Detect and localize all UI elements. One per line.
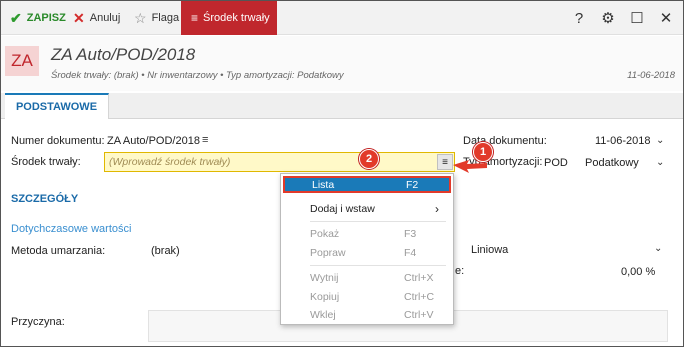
doc-number-label: Numer dokumentu: (11, 135, 105, 147)
cancel-label: Anuluj (89, 12, 121, 24)
section-details-heading: SZCZEGÓŁY (11, 193, 79, 205)
fixed-asset-menu-label: Środek trwały (203, 12, 270, 24)
window: ✔ ZAPISZ ✕ Anuluj ☆ Flaga ≡ Środek trwał… (0, 0, 684, 347)
save-label: ZAPISZ (26, 12, 66, 24)
chevron-right-icon: › (435, 201, 439, 216)
fixed-asset-placeholder: (Wprowadź środek trwały) (109, 156, 231, 168)
menu-item-shortcut: F4 (404, 246, 417, 259)
menu-separator (310, 221, 446, 222)
menu-item-add-insert[interactable]: Dodaj i wstaw › (281, 200, 453, 217)
menu-item-label: Wklej (310, 308, 336, 321)
cancel-button[interactable]: ✕ Anuluj (73, 1, 120, 35)
doc-number-menu-icon[interactable]: ≡ (202, 134, 208, 146)
doc-number-value[interactable]: ZA Auto/POD/2018 (107, 135, 200, 147)
menu-item-shortcut: Ctrl+X (404, 271, 434, 284)
menu-item-label: Dodaj i wstaw (310, 202, 375, 215)
star-icon: ☆ (134, 9, 147, 26)
reason-label: Przyczyna: (11, 316, 65, 328)
method-label: Metoda umarzania: (11, 245, 106, 257)
menu-item-list[interactable]: Lista F2 (283, 176, 451, 193)
chevron-down-icon[interactable]: ⌄ (656, 157, 664, 168)
page-title: ZA Auto/POD/2018 (51, 45, 196, 64)
context-menu: Lista F2 Dodaj i wstaw › Pokaż F3 Popraw… (280, 173, 454, 325)
arrow-annotation (453, 160, 487, 173)
menu-item-paste[interactable]: Wklej Ctrl+V (281, 306, 453, 323)
menu-item-label: Popraw (310, 246, 346, 259)
menu-item-shortcut: F2 (406, 178, 419, 191)
document-date: 11-06-2018 (627, 70, 675, 81)
tab-basic[interactable]: PODSTAWOWE (5, 93, 109, 119)
step-marker-2: 2 (359, 149, 379, 169)
menu-item-label: Pokaż (310, 227, 340, 240)
rate-value[interactable]: 0,00 % (621, 266, 655, 278)
help-icon[interactable]: ? (568, 1, 590, 35)
fixed-asset-menu-button[interactable]: ≡ Środek trwały (181, 1, 277, 35)
menu-item-label: Kopiuj (310, 290, 340, 303)
fixed-asset-input[interactable]: (Wprowadź środek trwały) (104, 152, 455, 172)
step-marker-1: 1 (473, 142, 493, 162)
close-x-icon: ✕ (73, 9, 85, 26)
rate-label-fragment: e: (455, 265, 465, 277)
menu-item-shortcut: F3 (404, 227, 417, 240)
menu-item-edit[interactable]: Popraw F4 (281, 244, 453, 261)
fixed-asset-label: Środek trwały: (11, 156, 81, 168)
toolbar: ✔ ZAPISZ ✕ Anuluj ☆ Flaga ≡ Środek trwał… (1, 1, 683, 35)
menu-item-copy[interactable]: Kopiuj Ctrl+C (281, 288, 453, 305)
depr-type-value[interactable]: Podatkowy (585, 157, 639, 169)
doc-date-value: 11-06-2018 (595, 135, 651, 147)
previous-values-link[interactable]: Dotychczasowe wartości (11, 223, 131, 235)
chevron-down-icon[interactable]: ⌄ (656, 135, 664, 146)
menu-item-label: Wytnij (310, 271, 339, 284)
menu-lines-icon: ≡ (442, 156, 448, 168)
document-type-badge: ZA (5, 46, 39, 76)
menu-item-cut[interactable]: Wytnij Ctrl+X (281, 269, 453, 286)
new-method-value[interactable]: Liniowa (471, 244, 508, 256)
save-button[interactable]: ✔ ZAPISZ (10, 1, 66, 35)
menu-lines-icon: ≡ (191, 11, 199, 25)
gear-icon[interactable]: ⚙ (597, 1, 619, 35)
method-value: (brak) (151, 245, 180, 257)
close-icon[interactable]: ✕ (655, 1, 677, 35)
maximize-icon[interactable]: ☐ (626, 1, 648, 35)
document-header: ZA ZA Auto/POD/2018 Środek trwały: (brak… (1, 36, 683, 91)
check-icon: ✔ (10, 9, 22, 26)
document-subtitle: Środek trwały: (brak) • Nr inwentarzowy … (51, 70, 344, 81)
flag-label: Flaga (151, 12, 180, 24)
menu-item-label: Lista (312, 178, 335, 191)
menu-item-shortcut: Ctrl+V (404, 308, 434, 321)
chevron-down-icon[interactable]: ⌄ (654, 243, 662, 254)
depr-type-code[interactable]: POD (544, 157, 568, 169)
tab-bar: PODSTAWOWE (1, 93, 683, 119)
menu-item-shortcut: Ctrl+C (404, 290, 435, 303)
menu-item-show[interactable]: Pokaż F3 (281, 225, 453, 242)
menu-separator (310, 265, 446, 266)
flag-button[interactable]: ☆ Flaga (134, 1, 179, 35)
